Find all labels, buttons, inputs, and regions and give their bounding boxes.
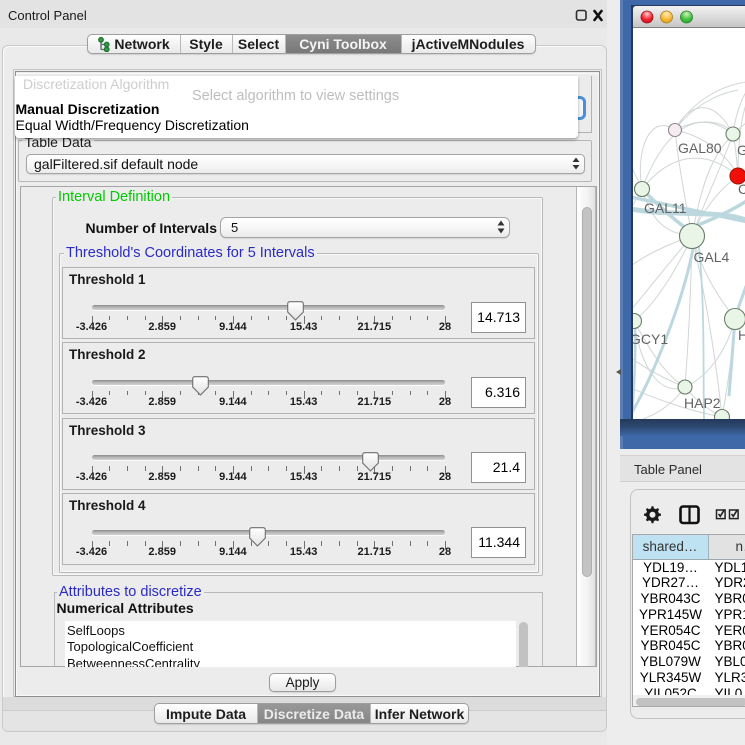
svg-text:GAL80: GAL80 <box>678 140 722 156</box>
svg-text:GCY1: GCY1 <box>633 331 668 347</box>
svg-text:HAP2: HAP2 <box>684 395 721 411</box>
svg-text:H: H <box>738 327 745 343</box>
svg-text:C: C <box>738 181 745 197</box>
svg-text:GAL11: GAL11 <box>644 200 687 216</box>
svg-text:GAL4: GAL4 <box>693 249 729 265</box>
svg-text:GA: GA <box>737 142 745 158</box>
